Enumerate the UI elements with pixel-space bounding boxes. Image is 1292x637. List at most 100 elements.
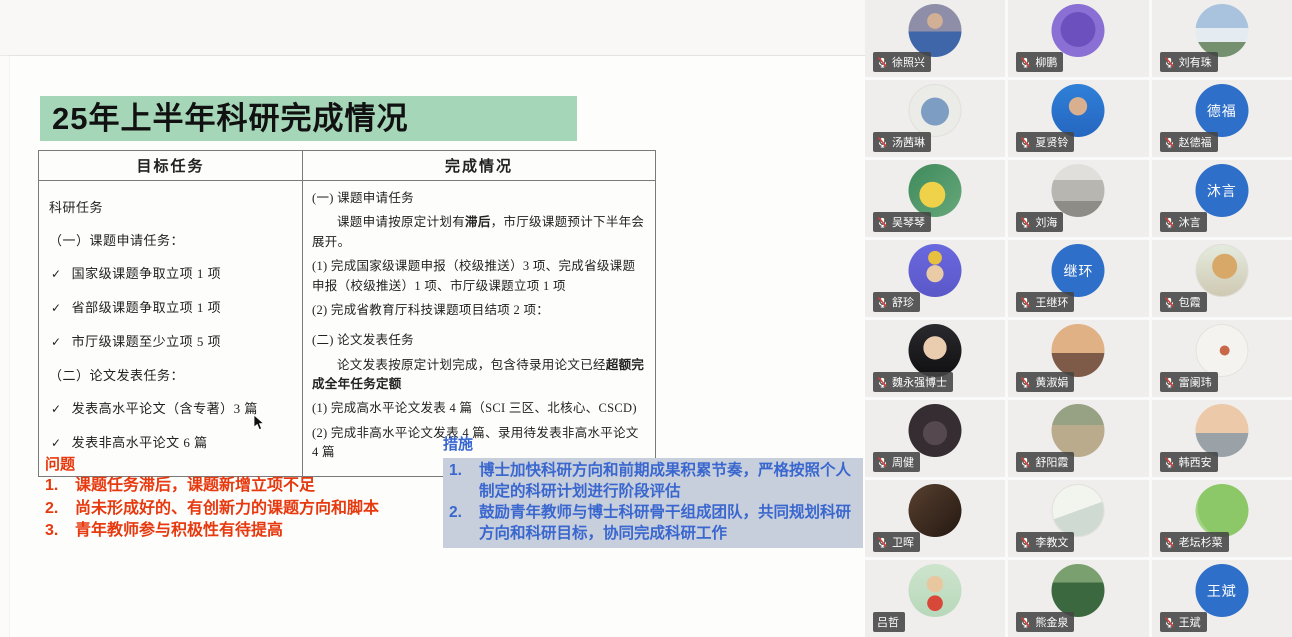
participant-tile[interactable]: 吴琴琴	[865, 160, 1005, 237]
participant-tile[interactable]: 韩西安	[1152, 400, 1292, 477]
participant-name-tag: 王继环	[1016, 292, 1074, 312]
item-number: 2.	[449, 502, 479, 544]
participant-name-tag: 沐言	[1160, 212, 1207, 232]
mic-muted-icon	[1164, 297, 1175, 308]
table-body: 科研任务（一）课题申请任务：✓国家级课题争取立项 1 项✓省部级课题争取立项 1…	[39, 181, 655, 476]
status-text: 论文发表按原定计划完成，包含待录用论文已经	[337, 358, 606, 372]
mic-muted-icon	[1164, 57, 1175, 68]
goal-line: （二）论文发表任务：	[49, 359, 294, 392]
problems-section: 问题 1.课题任务滞后，课题新增立项不足2.尚未形成好的、有创新力的课题方向和脚…	[45, 455, 445, 543]
measure-item: 2.鼓励青年教师与博士科研骨干组成团队，共同规划科研方向和科研目标，协同完成科研…	[449, 502, 857, 544]
status-line: (2) 完成省教育厅科技课题项目结项 2 项：	[312, 301, 647, 320]
avatar: 德福	[1195, 84, 1248, 137]
participant-name: 刘有珠	[1179, 54, 1212, 70]
problem-item: 2.尚未形成好的、有创新力的课题方向和脚本	[45, 498, 445, 521]
participant-tile[interactable]: 包霞	[1152, 240, 1292, 317]
participant-tile[interactable]: 德福赵德福	[1152, 80, 1292, 157]
item-number: 1.	[45, 475, 75, 498]
status-line: (1) 完成国家级课题申报（校级推送）3 项、完成省级课题申报（校级推送）1 项…	[312, 257, 647, 296]
participant-tile[interactable]: 周健	[865, 400, 1005, 477]
participant-tile[interactable]: 刘有珠	[1152, 0, 1292, 77]
participant-tile[interactable]: 卫晖	[865, 480, 1005, 557]
participant-tile[interactable]: 魏永强博士	[865, 320, 1005, 397]
mic-muted-icon	[1020, 377, 1031, 388]
avatar	[1052, 484, 1105, 537]
avatar: 继环	[1052, 244, 1105, 297]
avatar	[909, 244, 962, 297]
item-text: 尚未形成好的、有创新力的课题方向和脚本	[75, 498, 379, 521]
participant-tile[interactable]: 沐言沐言	[1152, 160, 1292, 237]
avatar	[909, 164, 962, 217]
participant-name-tag: 李教文	[1016, 532, 1074, 552]
participant-tile[interactable]: 老坛杉菜	[1152, 480, 1292, 557]
participant-tile[interactable]: 黄淑娟	[1008, 320, 1148, 397]
shared-screen-panel: 25年上半年科研完成情况 目标任务 完成情况 科研任务（一）课题申请任务：✓国家…	[0, 0, 865, 637]
avatar-initials: 德福	[1207, 101, 1237, 121]
participant-name: 赵德福	[1179, 134, 1212, 150]
goal-line: ✓省部级课题争取立项 1 项	[49, 291, 294, 325]
participant-name-tag: 黄淑娟	[1016, 372, 1074, 392]
goal-text: 市厅级课题至少立项 5 项	[72, 334, 222, 349]
participant-tile[interactable]: 李教文	[1008, 480, 1148, 557]
goal-line: ✓国家级课题争取立项 1 项	[49, 257, 294, 291]
participant-name-tag: 王斌	[1160, 612, 1207, 632]
participant-name: 刘海	[1035, 214, 1057, 230]
avatar	[909, 484, 962, 537]
participant-tile[interactable]: 柳鹏	[1008, 0, 1148, 77]
participant-name-tag: 舒阳霞	[1016, 452, 1074, 472]
participant-name-tag: 赵德福	[1160, 132, 1218, 152]
status-line: 论文发表按原定计划完成，包含待录用论文已经超额完成全年任务定额	[312, 356, 647, 395]
avatar	[1195, 404, 1248, 457]
slide-title: 25年上半年科研完成情况	[40, 96, 577, 141]
avatar	[909, 84, 962, 137]
participant-tile[interactable]: 徐照兴	[865, 0, 1005, 77]
goal-line: （一）课题申请任务：	[49, 224, 294, 257]
research-report-table: 目标任务 完成情况 科研任务（一）课题申请任务：✓国家级课题争取立项 1 项✓省…	[38, 150, 656, 477]
participant-tile[interactable]: 吕哲	[865, 560, 1005, 637]
goal-text: 省部级课题争取立项 1 项	[72, 300, 222, 315]
participant-name: 韩西安	[1179, 454, 1212, 470]
measure-item: 1.博士加快科研方向和前期成果积累节奏，严格按照个人制定的科研计划进行阶段评估	[449, 460, 857, 502]
table-header-goals: 目标任务	[39, 151, 303, 180]
avatar-initials: 王斌	[1207, 581, 1237, 601]
problems-list: 1.课题任务滞后，课题新增立项不足2.尚未形成好的、有创新力的课题方向和脚本3.…	[45, 475, 445, 543]
mic-muted-icon	[1164, 217, 1175, 228]
avatar	[1195, 484, 1248, 537]
participant-name: 包霞	[1179, 294, 1201, 310]
goal-text: 科研任务	[49, 200, 103, 215]
problem-item: 3.青年教师参与积极性有待提高	[45, 520, 445, 543]
avatar	[909, 404, 962, 457]
check-icon: ✓	[51, 326, 62, 359]
goal-line: ✓ 市厅级课题至少立项 5 项	[49, 325, 294, 359]
mic-muted-icon	[1164, 537, 1175, 548]
participant-tile[interactable]: 刘海	[1008, 160, 1148, 237]
avatar	[909, 4, 962, 57]
participant-tile[interactable]: 熊金泉	[1008, 560, 1148, 637]
status-text: (一) 课题申请任务	[312, 191, 414, 205]
participant-tile[interactable]: 继环王继环	[1008, 240, 1148, 317]
participant-name: 吕哲	[877, 614, 899, 630]
participant-name: 魏永强博士	[892, 374, 947, 390]
measures-section: 措施 1.博士加快科研方向和前期成果积累节奏，严格按照个人制定的科研计划进行阶段…	[443, 434, 863, 548]
participant-grid: 徐照兴柳鹏刘有珠汤茜琳夏贤铃德福赵德福吴琴琴刘海沐言沐言舒珍继环王继环包霞魏永强…	[865, 0, 1292, 637]
avatar	[909, 564, 962, 617]
avatar	[1052, 164, 1105, 217]
avatar-initials: 继环	[1063, 261, 1093, 281]
participant-name-tag: 雷阑玮	[1160, 372, 1218, 392]
participant-tile[interactable]: 雷阑玮	[1152, 320, 1292, 397]
item-number: 1.	[449, 460, 479, 502]
participant-tile[interactable]: 舒阳霞	[1008, 400, 1148, 477]
participant-name-tag: 徐照兴	[873, 52, 931, 72]
avatar-initials: 沐言	[1207, 181, 1237, 201]
participant-name: 黄淑娟	[1035, 374, 1068, 390]
participant-name-tag: 夏贤铃	[1016, 132, 1074, 152]
avatar	[1195, 4, 1248, 57]
status-text: 课题申请按原定计划有	[337, 215, 465, 229]
mic-muted-icon	[1020, 297, 1031, 308]
goal-text: 发表高水平论文（含专著）3 篇	[72, 401, 258, 416]
participant-tile[interactable]: 夏贤铃	[1008, 80, 1148, 157]
mic-muted-icon	[1164, 457, 1175, 468]
participant-tile[interactable]: 舒珍	[865, 240, 1005, 317]
participant-tile[interactable]: 王斌王斌	[1152, 560, 1292, 637]
participant-tile[interactable]: 汤茜琳	[865, 80, 1005, 157]
